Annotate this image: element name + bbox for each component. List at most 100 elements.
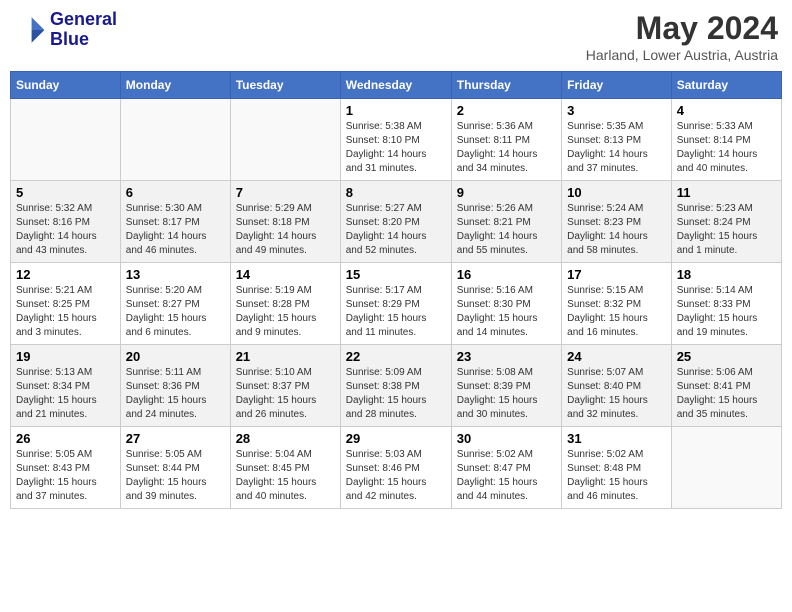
day-number: 6	[126, 185, 225, 200]
day-info: Sunrise: 5:26 AM Sunset: 8:21 PM Dayligh…	[457, 202, 556, 258]
day-info: Sunrise: 5:32 AM Sunset: 8:16 PM Dayligh…	[16, 202, 115, 258]
calendar-cell: 4Sunrise: 5:33 AM Sunset: 8:14 PM Daylig…	[671, 99, 781, 181]
day-number: 28	[236, 431, 335, 446]
calendar-cell: 29 Sunrise: 5:03 AM Sunset: 8:46 PM Dayli…	[340, 427, 451, 509]
calendar-cell: 23 Sunrise: 5:08 AM Sunset: 8:39 PM Dayli…	[451, 345, 561, 427]
calendar-cell: 14 Sunrise: 5:19 AM Sunset: 8:28 PM Dayli…	[230, 263, 340, 345]
calendar-cell: 13 Sunrise: 5:20 AM Sunset: 8:27 PM Dayli…	[120, 263, 230, 345]
day-info: Sunrise: 5:20 AM Sunset: 8:27 PM Dayligh…	[126, 284, 225, 340]
calendar-cell: 16 Sunrise: 5:16 AM Sunset: 8:30 PM Dayli…	[451, 263, 561, 345]
calendar-cell	[11, 99, 121, 181]
calendar-header-row: SundayMondayTuesdayWednesdayThursdayFrid…	[11, 72, 782, 99]
day-number: 22	[346, 349, 446, 364]
calendar-cell: 1Sunrise: 5:38 AM Sunset: 8:10 PM Daylig…	[340, 99, 451, 181]
logo-icon	[14, 14, 46, 46]
day-number: 3	[567, 103, 666, 118]
logo-text: General Blue	[50, 10, 117, 50]
day-number: 17	[567, 267, 666, 282]
day-number: 14	[236, 267, 335, 282]
day-number: 26	[16, 431, 115, 446]
page-header: General Blue May 2024 Harland, Lower Aus…	[10, 10, 782, 63]
day-info: Sunrise: 5:29 AM Sunset: 8:18 PM Dayligh…	[236, 202, 335, 258]
day-number: 11	[677, 185, 776, 200]
day-info: Sunrise: 5:13 AM Sunset: 8:34 PM Dayligh…	[16, 366, 115, 422]
day-number: 25	[677, 349, 776, 364]
day-number: 15	[346, 267, 446, 282]
title-block: May 2024 Harland, Lower Austria, Austria	[586, 10, 778, 63]
column-header-saturday: Saturday	[671, 72, 781, 99]
calendar-cell: 8 Sunrise: 5:27 AM Sunset: 8:20 PM Daylig…	[340, 181, 451, 263]
day-info: Sunrise: 5:04 AM Sunset: 8:45 PM Dayligh…	[236, 448, 335, 504]
day-info: Sunrise: 5:19 AM Sunset: 8:28 PM Dayligh…	[236, 284, 335, 340]
day-info: Sunrise: 5:02 AM Sunset: 8:47 PM Dayligh…	[457, 448, 556, 504]
calendar-cell: 30 Sunrise: 5:02 AM Sunset: 8:47 PM Dayli…	[451, 427, 561, 509]
calendar-cell: 28 Sunrise: 5:04 AM Sunset: 8:45 PM Dayli…	[230, 427, 340, 509]
calendar-cell: 21 Sunrise: 5:10 AM Sunset: 8:37 PM Dayli…	[230, 345, 340, 427]
day-number: 23	[457, 349, 556, 364]
column-header-sunday: Sunday	[11, 72, 121, 99]
day-info: Sunrise: 5:21 AM Sunset: 8:25 PM Dayligh…	[16, 284, 115, 340]
day-number: 5	[16, 185, 115, 200]
calendar-cell: 10Sunrise: 5:24 AM Sunset: 8:23 PM Dayli…	[562, 181, 672, 263]
day-number: 2	[457, 103, 556, 118]
day-number: 16	[457, 267, 556, 282]
calendar-week-row: 5 Sunrise: 5:32 AM Sunset: 8:16 PM Daylig…	[11, 181, 782, 263]
day-number: 7	[236, 185, 335, 200]
column-header-wednesday: Wednesday	[340, 72, 451, 99]
calendar-cell: 17 Sunrise: 5:15 AM Sunset: 8:32 PM Dayli…	[562, 263, 672, 345]
day-info: Sunrise: 5:10 AM Sunset: 8:37 PM Dayligh…	[236, 366, 335, 422]
page-title: May 2024	[586, 10, 778, 47]
day-info: Sunrise: 5:03 AM Sunset: 8:46 PM Dayligh…	[346, 448, 446, 504]
calendar-cell: 3 Sunrise: 5:35 AM Sunset: 8:13 PM Daylig…	[562, 99, 672, 181]
day-info: Sunrise: 5:05 AM Sunset: 8:43 PM Dayligh…	[16, 448, 115, 504]
day-info: Sunrise: 5:27 AM Sunset: 8:20 PM Dayligh…	[346, 202, 446, 258]
calendar-week-row: 12 Sunrise: 5:21 AM Sunset: 8:25 PM Dayli…	[11, 263, 782, 345]
calendar-cell: 22 Sunrise: 5:09 AM Sunset: 8:38 PM Dayli…	[340, 345, 451, 427]
day-info: Sunrise: 5:38 AM Sunset: 8:10 PM Dayligh…	[346, 120, 446, 176]
calendar-week-row: 1Sunrise: 5:38 AM Sunset: 8:10 PM Daylig…	[11, 99, 782, 181]
calendar-cell: 24 Sunrise: 5:07 AM Sunset: 8:40 PM Dayli…	[562, 345, 672, 427]
calendar-table: SundayMondayTuesdayWednesdayThursdayFrid…	[10, 71, 782, 509]
day-info: Sunrise: 5:02 AM Sunset: 8:48 PM Dayligh…	[567, 448, 666, 504]
calendar-cell: 19 Sunrise: 5:13 AM Sunset: 8:34 PM Dayli…	[11, 345, 121, 427]
calendar-cell: 5 Sunrise: 5:32 AM Sunset: 8:16 PM Daylig…	[11, 181, 121, 263]
day-info: Sunrise: 5:08 AM Sunset: 8:39 PM Dayligh…	[457, 366, 556, 422]
day-number: 31	[567, 431, 666, 446]
day-number: 29	[346, 431, 446, 446]
day-number: 9	[457, 185, 556, 200]
page-subtitle: Harland, Lower Austria, Austria	[586, 47, 778, 63]
calendar-cell: 7 Sunrise: 5:29 AM Sunset: 8:18 PM Daylig…	[230, 181, 340, 263]
day-number: 18	[677, 267, 776, 282]
day-number: 13	[126, 267, 225, 282]
day-number: 24	[567, 349, 666, 364]
day-info: Sunrise: 5:11 AM Sunset: 8:36 PM Dayligh…	[126, 366, 225, 422]
day-info: Sunrise: 5:23 AM Sunset: 8:24 PM Dayligh…	[677, 202, 776, 258]
day-info: Sunrise: 5:17 AM Sunset: 8:29 PM Dayligh…	[346, 284, 446, 340]
day-number: 19	[16, 349, 115, 364]
calendar-cell: 2 Sunrise: 5:36 AM Sunset: 8:11 PM Daylig…	[451, 99, 561, 181]
calendar-cell: 9 Sunrise: 5:26 AM Sunset: 8:21 PM Daylig…	[451, 181, 561, 263]
calendar-cell: 25Sunrise: 5:06 AM Sunset: 8:41 PM Dayli…	[671, 345, 781, 427]
day-info: Sunrise: 5:35 AM Sunset: 8:13 PM Dayligh…	[567, 120, 666, 176]
day-number: 21	[236, 349, 335, 364]
calendar-cell: 15 Sunrise: 5:17 AM Sunset: 8:29 PM Dayli…	[340, 263, 451, 345]
day-info: Sunrise: 5:07 AM Sunset: 8:40 PM Dayligh…	[567, 366, 666, 422]
day-info: Sunrise: 5:16 AM Sunset: 8:30 PM Dayligh…	[457, 284, 556, 340]
column-header-monday: Monday	[120, 72, 230, 99]
column-header-friday: Friday	[562, 72, 672, 99]
day-number: 10	[567, 185, 666, 200]
calendar-cell: 27Sunrise: 5:05 AM Sunset: 8:44 PM Dayli…	[120, 427, 230, 509]
calendar-cell: 31 Sunrise: 5:02 AM Sunset: 8:48 PM Dayli…	[562, 427, 672, 509]
column-header-thursday: Thursday	[451, 72, 561, 99]
calendar-cell	[230, 99, 340, 181]
day-info: Sunrise: 5:09 AM Sunset: 8:38 PM Dayligh…	[346, 366, 446, 422]
day-number: 8	[346, 185, 446, 200]
day-info: Sunrise: 5:33 AM Sunset: 8:14 PM Dayligh…	[677, 120, 776, 176]
calendar-cell: 11 Sunrise: 5:23 AM Sunset: 8:24 PM Dayli…	[671, 181, 781, 263]
calendar-cell: 18Sunrise: 5:14 AM Sunset: 8:33 PM Dayli…	[671, 263, 781, 345]
calendar-cell: 6Sunrise: 5:30 AM Sunset: 8:17 PM Daylig…	[120, 181, 230, 263]
day-number: 12	[16, 267, 115, 282]
day-info: Sunrise: 5:15 AM Sunset: 8:32 PM Dayligh…	[567, 284, 666, 340]
day-info: Sunrise: 5:36 AM Sunset: 8:11 PM Dayligh…	[457, 120, 556, 176]
day-number: 30	[457, 431, 556, 446]
